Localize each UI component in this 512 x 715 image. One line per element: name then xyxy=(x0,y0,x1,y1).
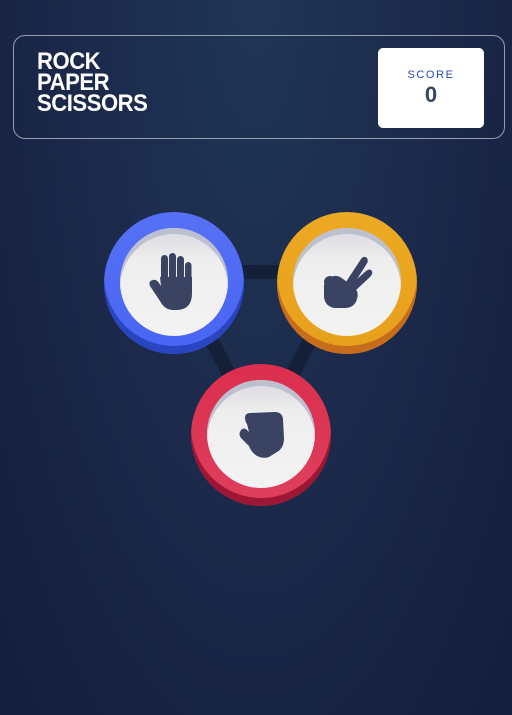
paper-hand-icon xyxy=(148,253,200,311)
rock-fist-icon xyxy=(237,410,285,458)
triangle-background xyxy=(168,265,353,441)
scissors-face xyxy=(293,228,401,336)
game-board xyxy=(0,0,512,715)
rock-button[interactable] xyxy=(191,364,331,506)
rock-face xyxy=(207,380,315,488)
scissors-hand-icon xyxy=(321,255,373,309)
paper-button[interactable] xyxy=(104,212,244,354)
paper-face xyxy=(120,228,228,336)
scissors-button[interactable] xyxy=(277,212,417,354)
